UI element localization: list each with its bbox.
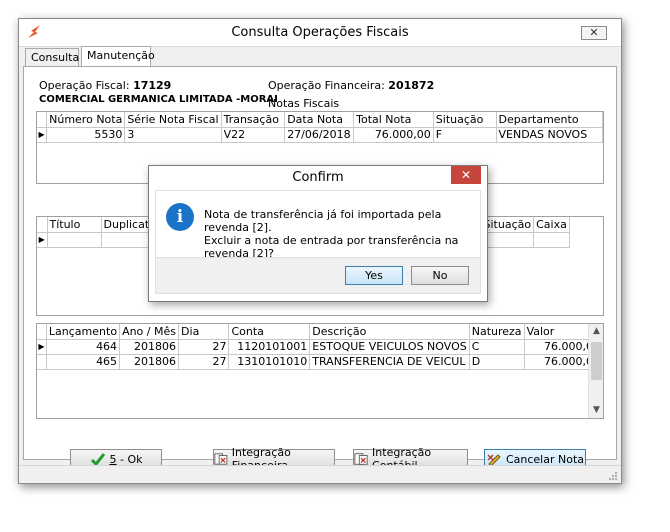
current-row-icon: ▶: [37, 232, 48, 248]
table-cell[interactable]: V22: [221, 127, 286, 143]
tab-consulta-label: Consulta: [31, 51, 80, 64]
scroll-down-icon[interactable]: ▼: [589, 403, 603, 418]
table-header-row: Lançamento Ano / Mês Dia Conta Descrição…: [37, 324, 603, 340]
table-cell[interactable]: 3: [124, 127, 222, 143]
current-row-icon: ▶: [37, 127, 48, 143]
no-label: No: [432, 269, 448, 282]
table-cell[interactable]: 27: [178, 354, 230, 370]
document-sheet-icon: [214, 453, 228, 465]
table-cell[interactable]: [481, 232, 535, 248]
notas-fiscais-label: Notas Fiscais: [268, 97, 340, 110]
row-indicator-header: [37, 324, 47, 340]
op-fiscal-label: Operação Fiscal:: [39, 79, 130, 92]
checkmark-icon: [90, 453, 105, 466]
row-indicator: [37, 354, 47, 370]
column-header[interactable]: Conta: [228, 324, 311, 340]
status-bar: [19, 465, 621, 483]
column-header[interactable]: Ano / Mês: [119, 324, 180, 340]
confirm-dialog: Confirm ✕ i Nota de transferência já foi…: [148, 165, 488, 302]
eraser-pencil-icon: [487, 454, 501, 466]
lancamentos-grid[interactable]: Lançamento Ano / Mês Dia Conta Descrição…: [36, 323, 604, 419]
scroll-thumb[interactable]: [591, 342, 602, 380]
table-cell[interactable]: C: [469, 339, 525, 355]
table-header-row: Número Nota Série Nota Fiscal Transação …: [37, 112, 603, 128]
yes-button[interactable]: Yes: [345, 266, 403, 285]
dialog-title[interactable]: Confirm: [149, 166, 487, 190]
table-cell[interactable]: [47, 232, 102, 248]
column-header[interactable]: Descrição: [309, 324, 470, 340]
table-cell[interactable]: 27: [178, 339, 230, 355]
table-row[interactable]: ▶ 464 201806 27 1120101001 ESTOQUE VEICU…: [37, 339, 603, 355]
table-cell[interactable]: D: [469, 354, 525, 370]
table-cell[interactable]: 5530: [46, 127, 126, 143]
op-financeira-label: Operação Financeira:: [268, 79, 385, 92]
tab-manutencao-label: Manutenção: [87, 49, 155, 62]
table-cell[interactable]: TRANSFERENCIA DE VEICUL: [309, 354, 470, 370]
row-indicator-header: [37, 217, 48, 233]
column-header[interactable]: Situação: [481, 217, 535, 233]
table-cell[interactable]: F: [433, 127, 497, 143]
table-cell[interactable]: 201806: [119, 354, 180, 370]
column-header[interactable]: Data Nota: [284, 112, 355, 128]
no-button[interactable]: No: [411, 266, 469, 285]
dialog-close-button[interactable]: ✕: [451, 166, 481, 184]
window-title: Consulta Operações Fiscais: [231, 25, 409, 40]
column-header[interactable]: Departamento: [496, 112, 603, 128]
table-cell[interactable]: 465: [46, 354, 121, 370]
scroll-up-icon[interactable]: ▲: [589, 324, 603, 339]
column-header[interactable]: Número Nota: [46, 112, 126, 128]
yes-label: Yes: [365, 269, 383, 282]
ok-label: 5 - Ok: [109, 452, 143, 466]
resize-grip-icon[interactable]: [608, 471, 618, 481]
column-header[interactable]: Total Nota: [353, 112, 434, 128]
close-icon: ✕: [589, 26, 599, 39]
column-header[interactable]: Título: [47, 217, 102, 233]
op-financeira-field: Operação Financeira: 201872: [268, 79, 434, 92]
op-financeira-value: 201872: [388, 79, 435, 92]
column-header[interactable]: Caixa: [533, 217, 571, 233]
table-cell[interactable]: 464: [46, 339, 121, 355]
table-row[interactable]: 465 201806 27 1310101010 TRANSFERENCIA D…: [37, 354, 603, 370]
column-header[interactable]: Lançamento: [46, 324, 121, 340]
company-name: COMERCIAL GERMANICA LIMITADA -MORAI: [39, 94, 278, 105]
current-row-icon: ▶: [37, 339, 47, 355]
table-cell[interactable]: [533, 232, 571, 248]
table-cell[interactable]: ESTOQUE VEICULOS NOVOS: [309, 339, 470, 355]
row-indicator-header: [37, 112, 48, 128]
column-header[interactable]: Natureza: [469, 324, 525, 340]
table-cell[interactable]: 27/06/2018: [284, 127, 355, 143]
column-header[interactable]: Dia: [178, 324, 230, 340]
dialog-footer: Yes No: [156, 257, 480, 293]
column-header[interactable]: Situação: [433, 112, 497, 128]
column-header[interactable]: Transação: [221, 112, 286, 128]
dialog-body: i Nota de transferência já foi importada…: [155, 190, 481, 294]
dialog-message: Nota de transferência já foi importada p…: [204, 208, 459, 260]
document-sheet-icon: [354, 453, 368, 465]
tab-consulta[interactable]: Consulta: [25, 48, 79, 66]
info-icon: i: [166, 203, 194, 231]
window-close-button[interactable]: ✕: [581, 26, 607, 40]
cancelar-nota-label: Cancelar Nota: [505, 452, 585, 466]
close-icon: ✕: [460, 168, 472, 182]
table-row[interactable]: ▶ 5530 3 V22 27/06/2018 76.000,00 F VEND…: [37, 127, 603, 143]
tab-manutencao[interactable]: Manutenção: [81, 46, 155, 66]
table-cell[interactable]: 1120101001: [228, 339, 311, 355]
lancamentos-scrollbar[interactable]: ▲ ▼: [588, 324, 603, 418]
table-cell[interactable]: VENDAS NOVOS: [496, 127, 603, 143]
column-header[interactable]: Série Nota Fiscal: [124, 112, 222, 128]
op-fiscal-field: Operação Fiscal: 17129: [39, 79, 171, 92]
table-cell[interactable]: 76.000,00: [353, 127, 434, 143]
op-fiscal-value: 17129: [133, 79, 172, 92]
table-cell[interactable]: 1310101010: [228, 354, 311, 370]
table-cell[interactable]: 201806: [119, 339, 180, 355]
title-bar[interactable]: Consulta Operações Fiscais ✕: [19, 19, 621, 47]
